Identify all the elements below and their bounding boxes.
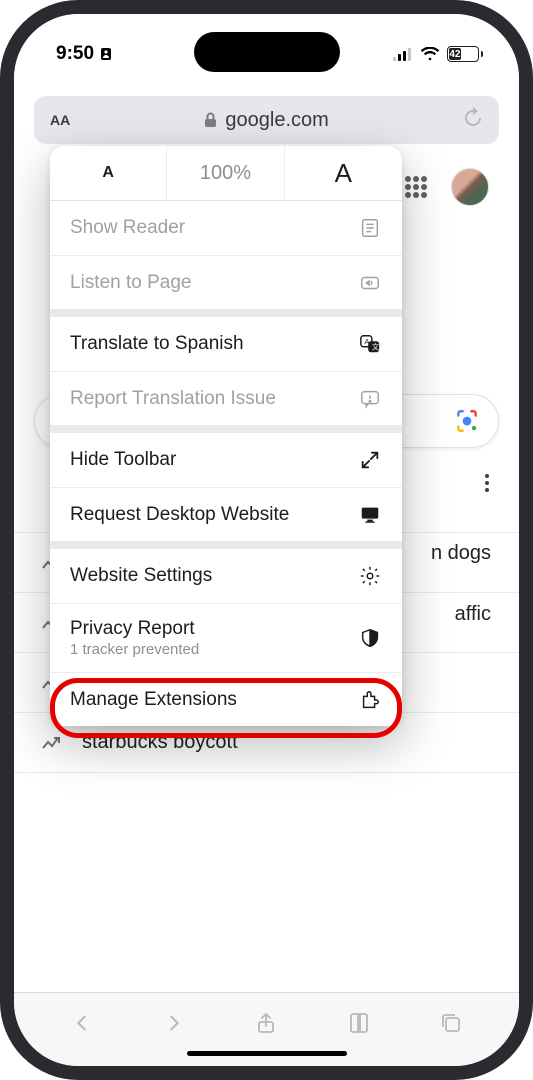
trending-label: starbucks boycott	[82, 731, 238, 754]
website-settings-item[interactable]: Website Settings	[50, 549, 402, 603]
wifi-icon	[420, 47, 440, 61]
google-lens-icon[interactable]	[454, 408, 480, 434]
puzzle-icon	[358, 688, 382, 712]
avatar[interactable]	[451, 168, 489, 206]
translate-icon: A文	[358, 332, 382, 356]
more-options-icon[interactable]	[485, 474, 489, 492]
address-bar[interactable]: AA google.com	[34, 96, 499, 144]
hide-toolbar-item[interactable]: Hide Toolbar	[50, 433, 402, 487]
svg-text:文: 文	[372, 343, 380, 352]
google-apps-icon[interactable]	[405, 176, 427, 198]
translate-item[interactable]: Translate to Spanish A文	[50, 317, 402, 371]
cellular-icon	[393, 48, 413, 61]
expand-icon	[358, 448, 382, 472]
zoom-level: 100%	[167, 146, 284, 200]
battery-icon: 42	[447, 46, 479, 62]
address-domain: google.com	[225, 109, 328, 132]
gear-icon	[358, 564, 382, 588]
privacy-report-item[interactable]: Privacy Report 1 tracker prevented	[50, 603, 402, 672]
reader-icon	[358, 216, 382, 240]
dynamic-island	[194, 32, 340, 72]
listen-to-page-item[interactable]: Listen to Page	[50, 255, 402, 309]
request-desktop-item[interactable]: Request Desktop Website	[50, 487, 402, 541]
svg-text:A: A	[365, 337, 370, 346]
tabs-button[interactable]	[438, 1010, 464, 1036]
show-reader-item[interactable]: Show Reader	[50, 201, 402, 255]
forward-button[interactable]	[161, 1010, 187, 1036]
profile-badge-icon	[100, 47, 112, 61]
privacy-report-sublabel: 1 tracker prevented	[70, 641, 199, 658]
report-icon	[358, 387, 382, 411]
share-button[interactable]	[253, 1010, 279, 1036]
back-button[interactable]	[69, 1010, 95, 1036]
report-translation-item[interactable]: Report Translation Issue	[50, 371, 402, 425]
bookmarks-button[interactable]	[346, 1010, 372, 1036]
aa-popover-menu: A 100% A Show Reader Listen to Page Tran…	[50, 146, 402, 726]
zoom-out-button[interactable]: A	[50, 146, 167, 200]
lock-icon	[204, 112, 217, 128]
desktop-icon	[358, 503, 382, 527]
status-time: 9:50	[56, 43, 94, 65]
reload-icon[interactable]	[463, 107, 483, 129]
trending-icon	[42, 736, 62, 750]
home-indicator	[187, 1051, 347, 1056]
shield-icon	[358, 626, 382, 650]
aa-menu-button[interactable]: AA	[50, 112, 70, 128]
manage-extensions-item[interactable]: Manage Extensions	[50, 672, 402, 726]
listen-icon	[358, 271, 382, 295]
zoom-in-button[interactable]: A	[285, 146, 402, 200]
